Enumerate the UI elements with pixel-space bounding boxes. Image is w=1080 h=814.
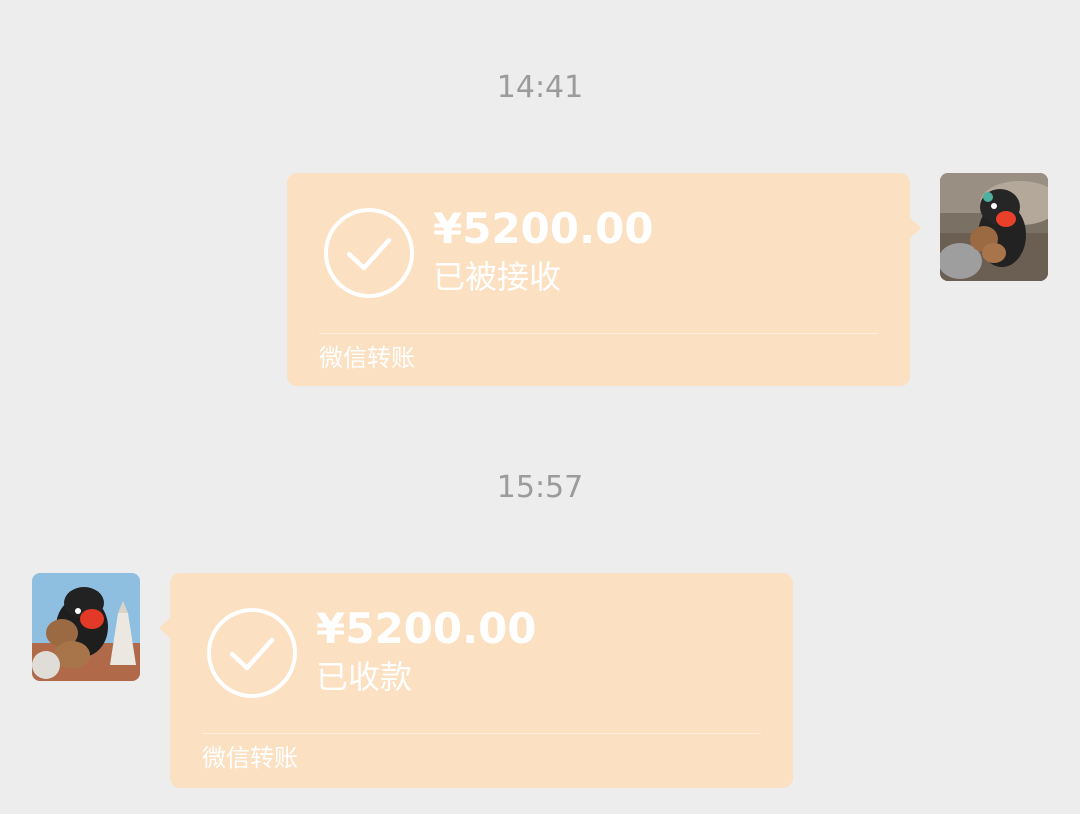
- transfer-status: 已被接收: [433, 258, 562, 296]
- avatar-image: [32, 573, 140, 681]
- transfer-type-label: 微信转账: [202, 744, 298, 772]
- bubble-tail: [909, 217, 921, 239]
- transfer-amount: ¥5200.00: [316, 604, 537, 653]
- card-divider: [319, 333, 878, 334]
- check-circle-icon: [324, 208, 414, 298]
- check-circle-icon: [207, 608, 297, 698]
- avatar[interactable]: [32, 573, 140, 681]
- card-divider: [202, 733, 761, 734]
- transfer-card-received[interactable]: ¥5200.00 已收款 微信转账: [159, 573, 793, 788]
- timestamp: 14:41: [496, 70, 584, 105]
- bubble-tail: [159, 617, 171, 639]
- timestamp: 15:57: [496, 470, 584, 505]
- transfer-type-label: 微信转账: [319, 344, 415, 372]
- transfer-card-sent[interactable]: ¥5200.00 已被接收 微信转账: [287, 173, 921, 386]
- transfer-amount: ¥5200.00: [433, 204, 654, 253]
- transfer-status: 已收款: [316, 658, 413, 696]
- avatar-image: [940, 173, 1048, 281]
- avatar[interactable]: [940, 173, 1048, 281]
